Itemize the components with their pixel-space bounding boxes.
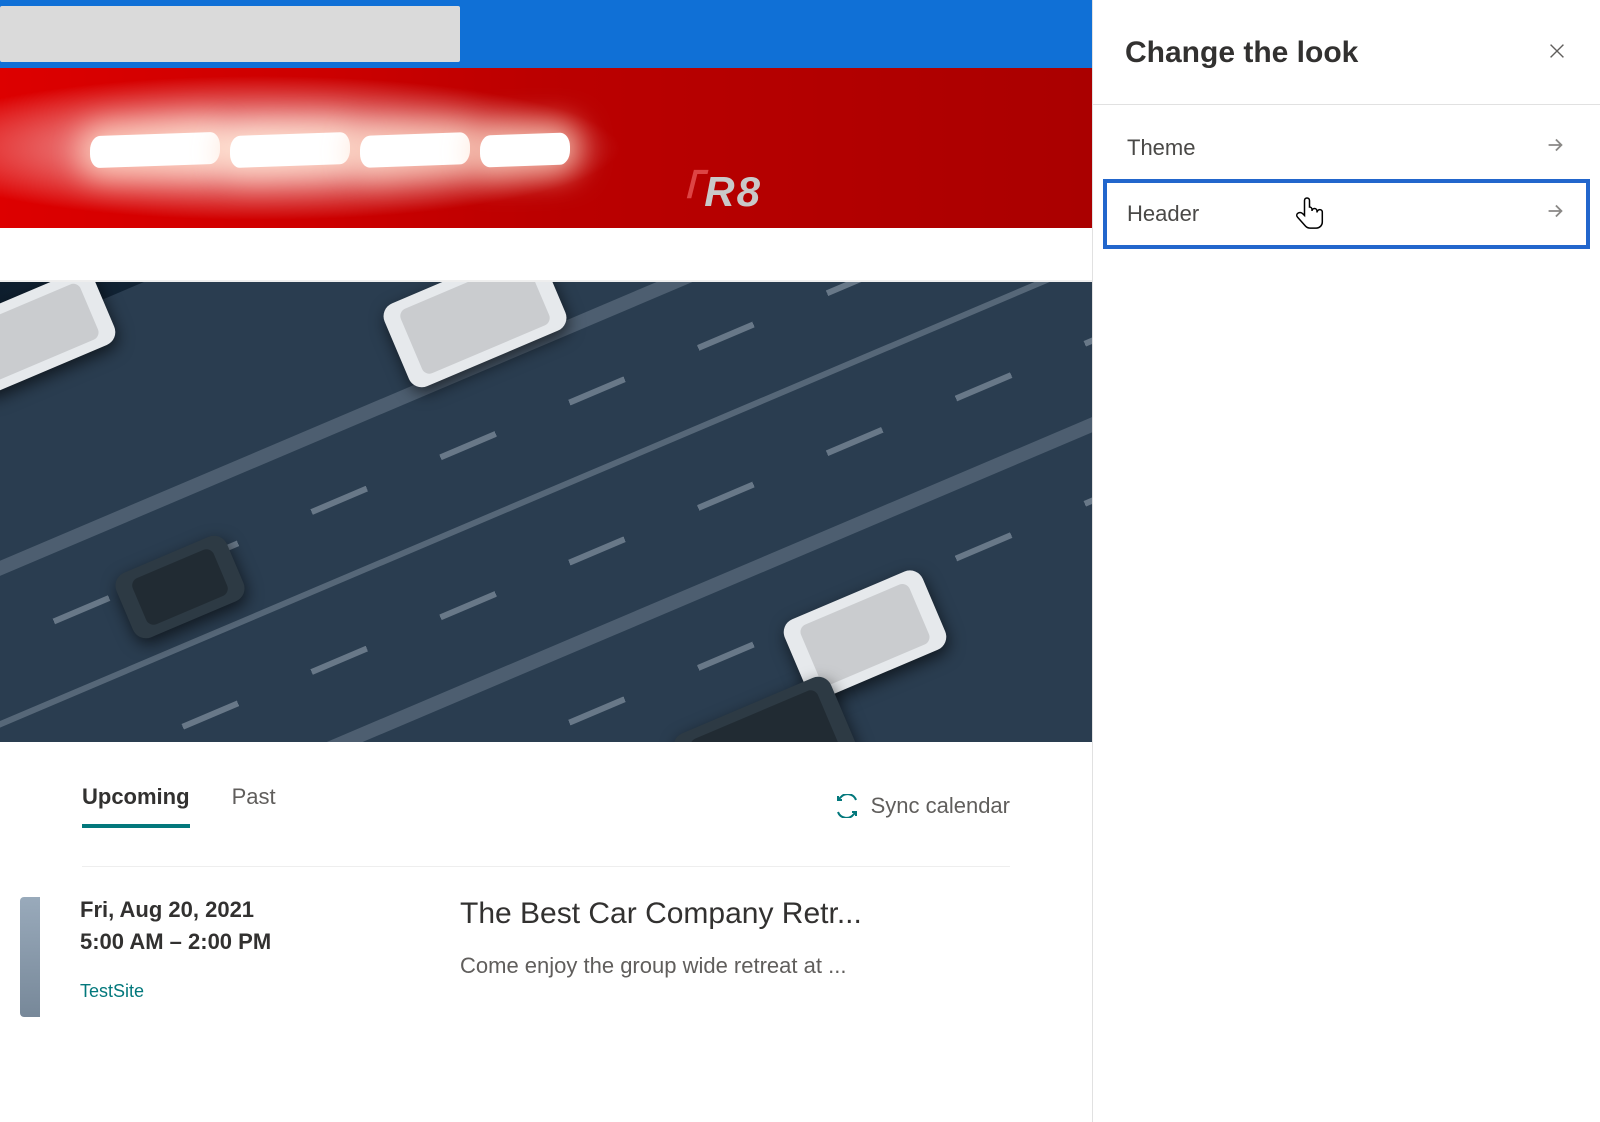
event-site-link[interactable]: TestSite (80, 981, 420, 1002)
search-input[interactable] (0, 6, 460, 62)
hero-image (0, 282, 1092, 742)
menu-item-header-label: Header (1127, 201, 1199, 227)
sync-calendar-label: Sync calendar (871, 793, 1010, 819)
page-main: 「R8 Upcoming Past (0, 0, 1092, 1122)
r8-badge: 「R8 (658, 158, 762, 219)
close-icon[interactable] (1546, 40, 1568, 67)
sync-calendar-button[interactable]: Sync calendar (835, 793, 1010, 819)
events-webpart: Upcoming Past Sync calendar (0, 742, 1092, 1032)
site-header-image: 「R8 (0, 68, 1092, 228)
event-description: Come enjoy the group wide retreat at ... (460, 953, 990, 979)
event-date: Fri, Aug 20, 2021 (80, 897, 420, 923)
suite-bar (0, 0, 1092, 68)
event-title: The Best Car Company Retr... (460, 897, 990, 931)
cursor-pointer-icon (1295, 195, 1327, 239)
chevron-right-icon (1544, 200, 1566, 228)
change-the-look-panel: Change the look Theme Header (1092, 0, 1600, 1122)
event-item[interactable]: Fri, Aug 20, 2021 5:00 AM – 2:00 PM Test… (82, 866, 1010, 1032)
panel-title: Change the look (1125, 36, 1358, 70)
events-tabs: Upcoming Past (82, 784, 276, 828)
chevron-right-icon (1544, 134, 1566, 162)
menu-item-theme-label: Theme (1127, 135, 1195, 161)
event-thumbnail (20, 897, 40, 1017)
tab-past[interactable]: Past (232, 784, 276, 828)
menu-item-header[interactable]: Header (1105, 181, 1588, 247)
tab-upcoming[interactable]: Upcoming (82, 784, 190, 828)
event-time: 5:00 AM – 2:00 PM (80, 929, 420, 955)
sync-icon (835, 794, 859, 818)
menu-item-theme[interactable]: Theme (1105, 115, 1588, 181)
